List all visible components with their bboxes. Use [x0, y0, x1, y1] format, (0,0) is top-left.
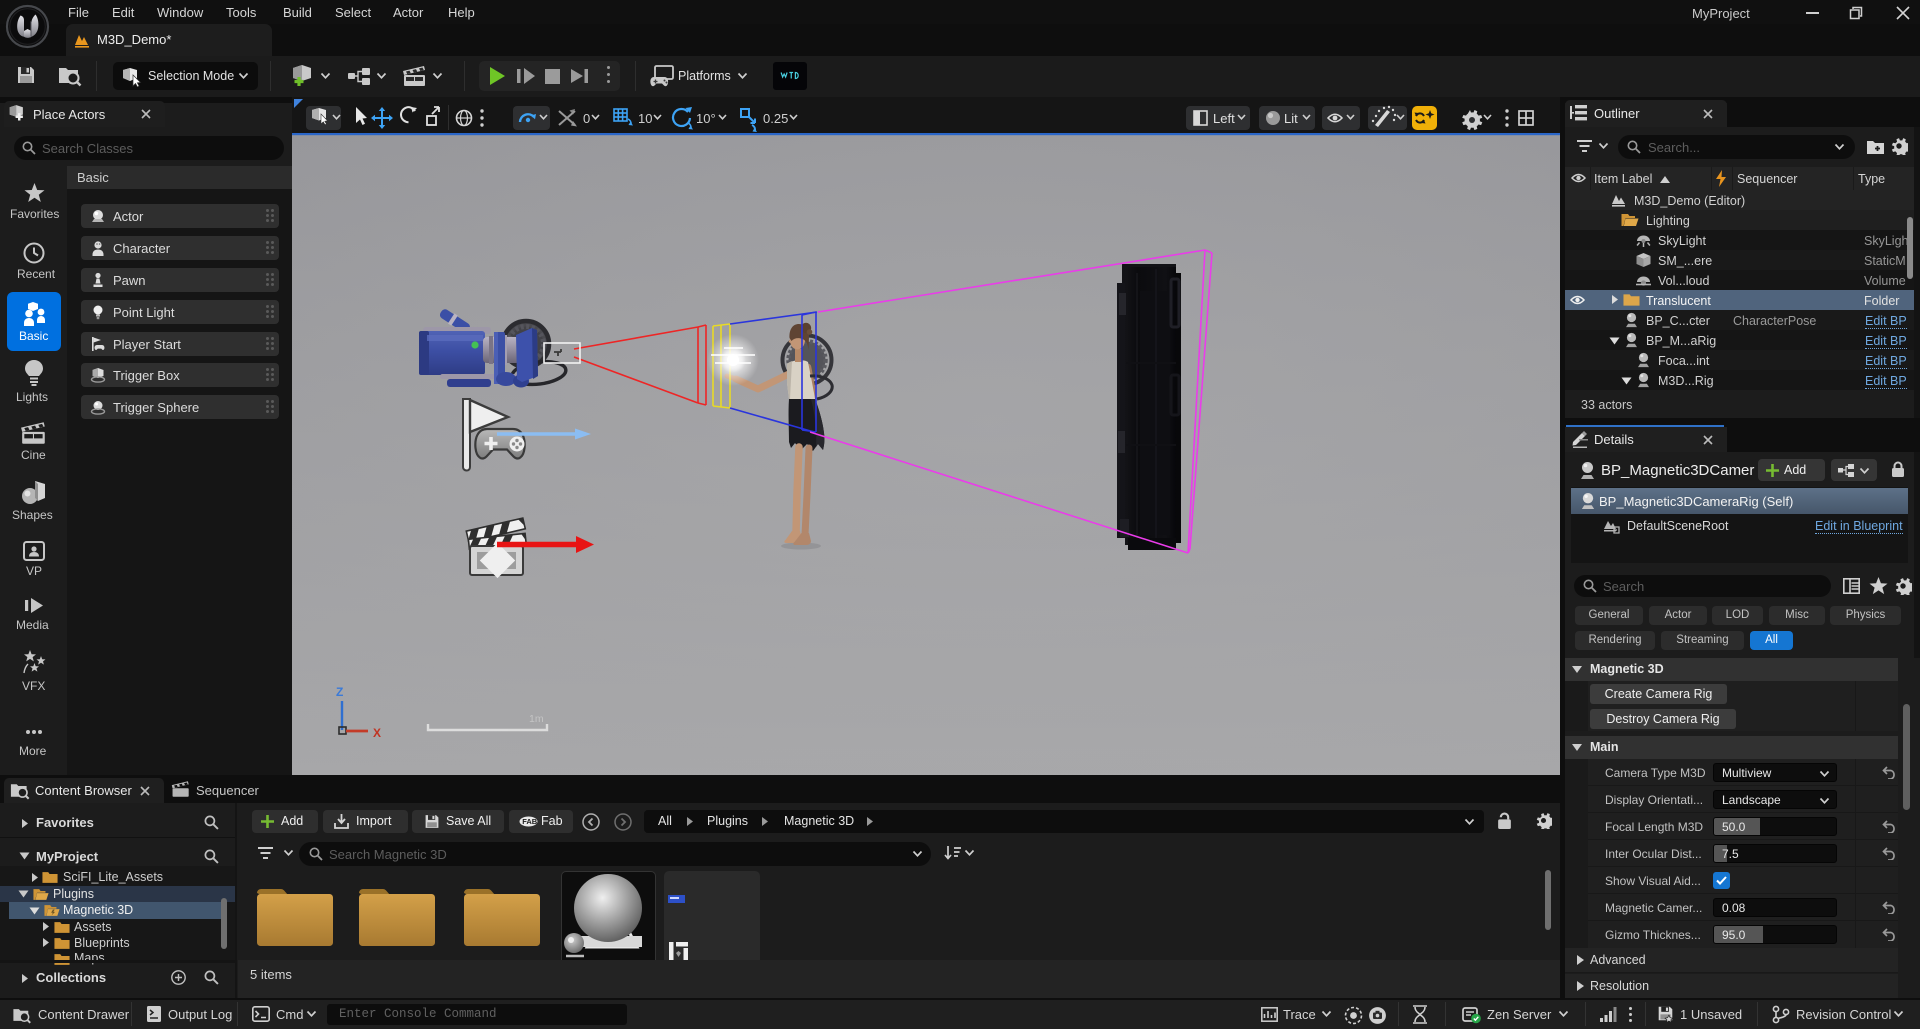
svg-text:0: 0: [583, 111, 590, 126]
svg-text:Lit: Lit: [1284, 111, 1298, 126]
svg-text:Z: Z: [336, 685, 343, 699]
svg-text:Left: Left: [1213, 111, 1235, 126]
svg-text:X: X: [373, 726, 381, 740]
svg-text:10: 10: [638, 111, 652, 126]
svg-text:10°: 10°: [696, 111, 716, 126]
svg-text:1m: 1m: [529, 713, 544, 725]
svg-text:0.25: 0.25: [763, 111, 788, 126]
svg-text:FAB: FAB: [522, 817, 538, 826]
